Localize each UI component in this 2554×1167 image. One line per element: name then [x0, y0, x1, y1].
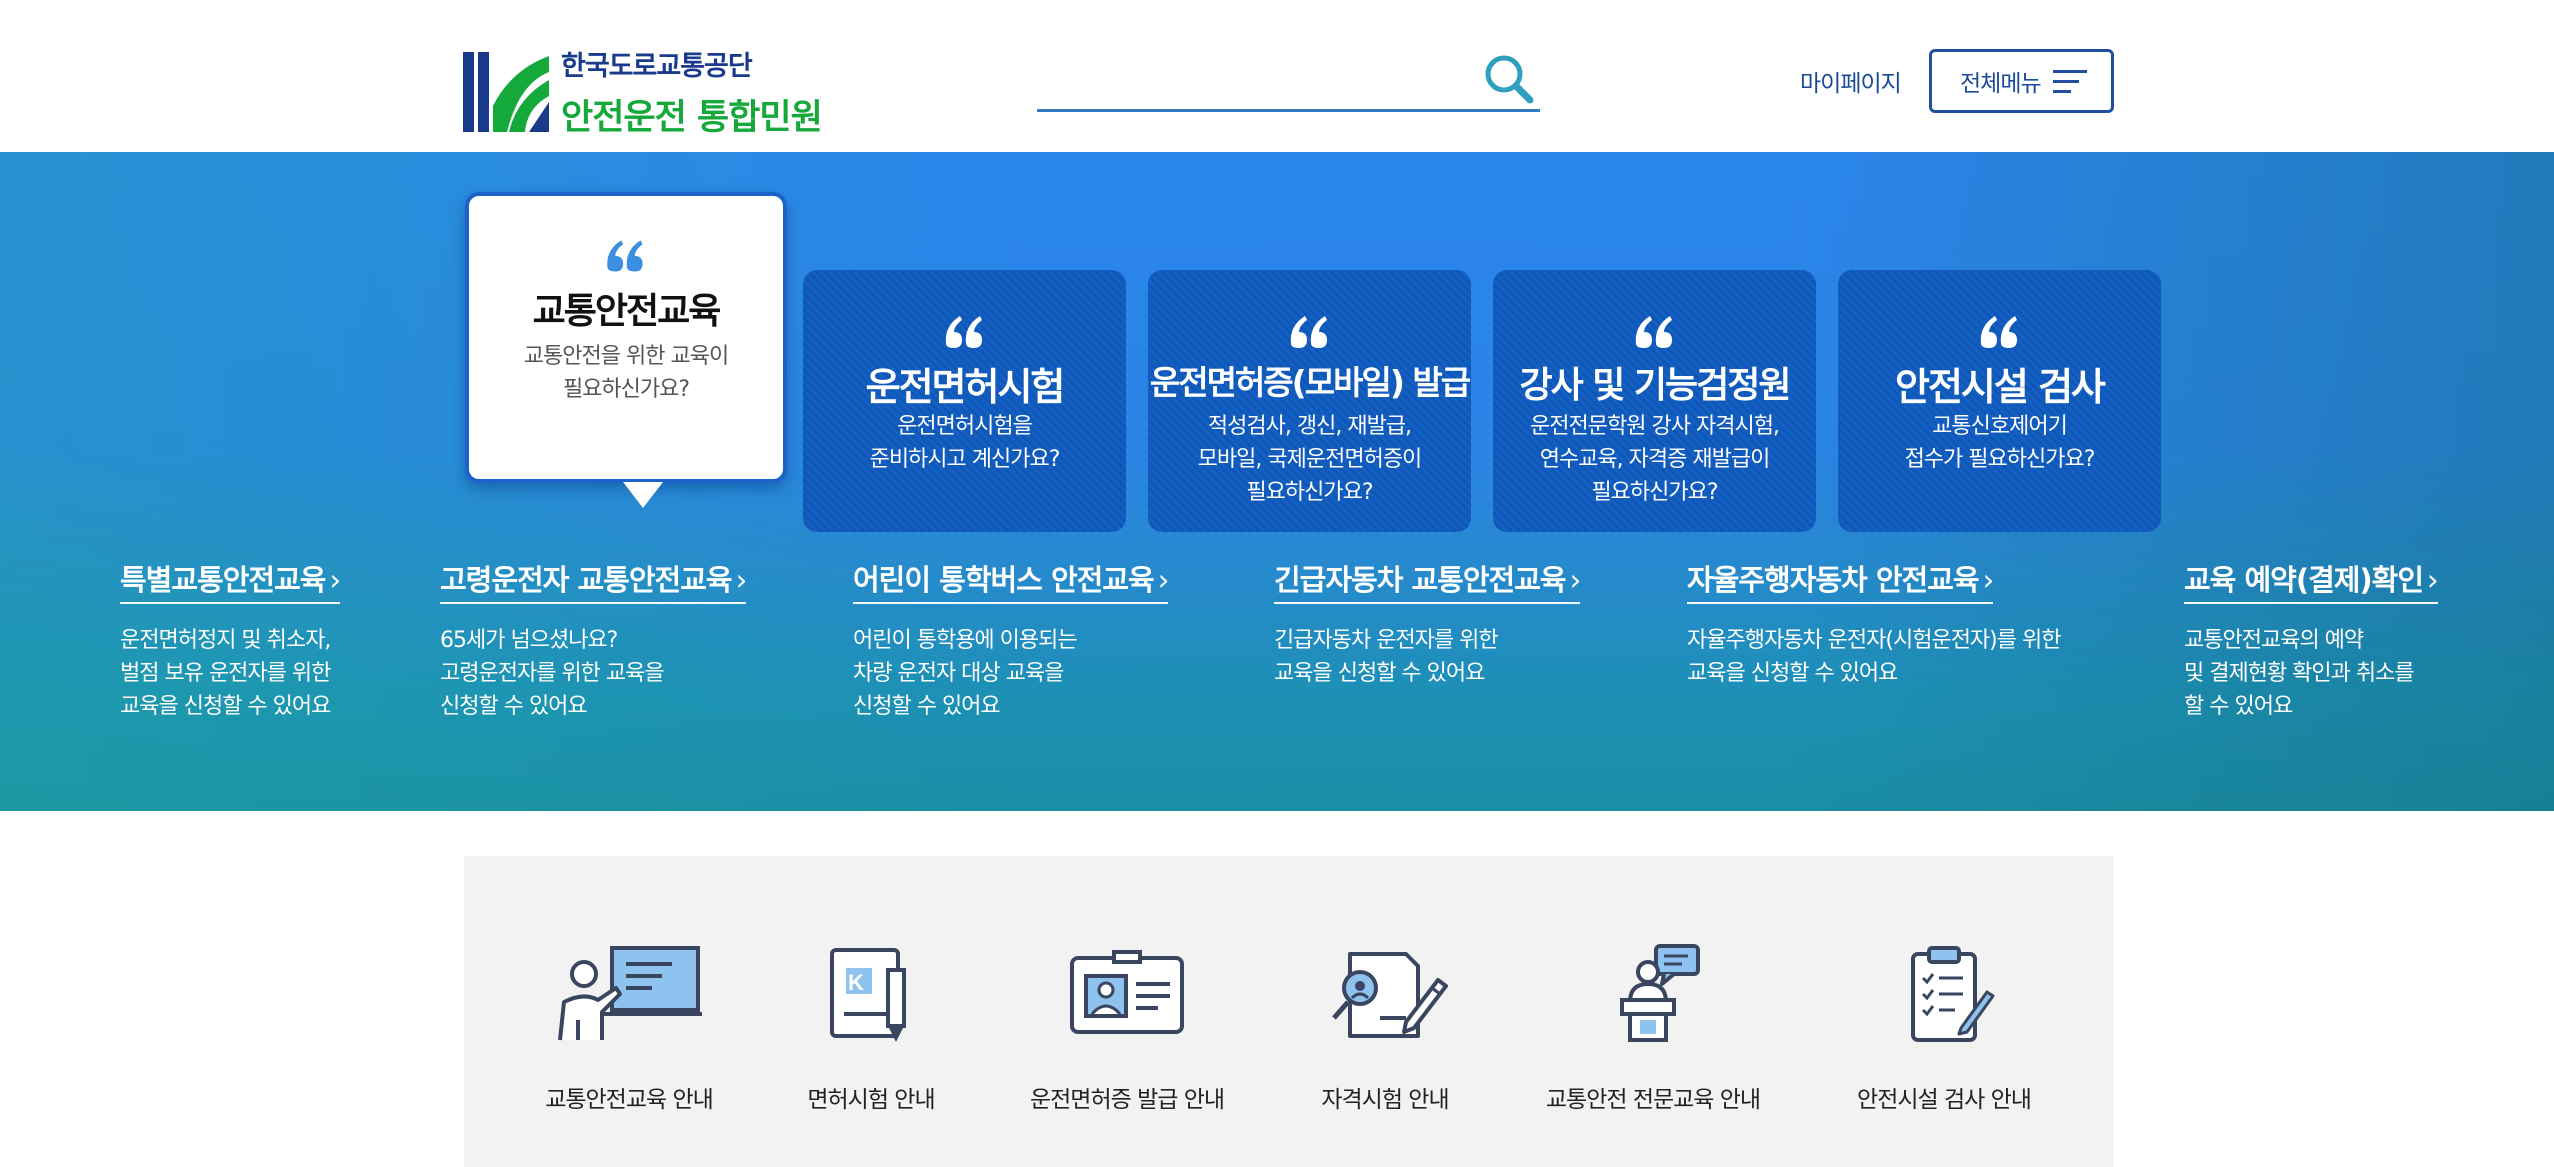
category-card-driver-license-exam[interactable]: 운전면허시험 운전면허시험을 준비하시고 계신가요? [803, 270, 1126, 532]
chevron-right-icon: › [1982, 563, 1995, 597]
service-guide-section: 교통안전교육 안내 K 면허시험 안내 운전면허증 발급 안내 자격시험 안내 … [464, 856, 2114, 1167]
chevron-right-icon: › [1569, 563, 1582, 597]
id-card-icon [1070, 950, 1184, 1034]
all-menu-button[interactable]: 전체메뉴 [1929, 49, 2114, 113]
chevron-right-icon: › [1157, 563, 1170, 597]
card-title: 교통안전교육 [532, 291, 722, 332]
card-description: 운전전문학원 강사 자격시험, 연수교육, 자격증 재발급이 필요하신가요? [1530, 414, 1780, 505]
card-title: 운전면허증(모바일) 발급 [1149, 363, 1471, 402]
link-description: 긴급자동차 운전자를 위한 교육을 신청할 수 있어요 [1274, 628, 1499, 686]
quote-icon [1635, 316, 1672, 348]
guide-label: 면허시험 안내 [807, 1087, 935, 1113]
guide-item-traffic-safety-education[interactable]: 교통안전교육 안내 [499, 944, 759, 1144]
chevron-right-icon: › [735, 563, 748, 597]
link-description: 교통안전교육의 예약 및 결제현황 확인과 취소를 할 수 있어요 [2184, 628, 2415, 719]
category-card-instructor-examiner[interactable]: 강사 및 기능검정원 운전전문학원 강사 자격시험, 연수교육, 자격증 재발급… [1493, 270, 1816, 532]
link-senior-driver-education: 고령운전자 교통안전교육 › 65세가 넘으셨나요? 고령운전자를 위한 교육을 … [440, 557, 748, 723]
quote-icon [1290, 316, 1327, 348]
search-input[interactable] [1037, 54, 1477, 106]
search-box [1037, 46, 1540, 112]
guide-label: 안전시설 검사 안내 [1857, 1087, 2032, 1113]
quote-icon [945, 316, 982, 348]
certificate-exam-icon [1332, 952, 1448, 1038]
logo-mark-icon [463, 52, 549, 132]
category-card-safety-facility-inspection[interactable]: 안전시설 검사 교통신호제어기 접수가 필요하신가요? [1838, 270, 2161, 532]
guide-item-qualification-exam[interactable]: 자격시험 안내 [1255, 944, 1515, 1144]
link-title[interactable]: 어린이 통학버스 안전교육 › [853, 557, 1170, 604]
quote-icon [1980, 316, 2017, 348]
link-description: 운전면허정지 및 취소자, 벌점 보유 운전자를 위한 교육을 신청할 수 있어… [120, 628, 331, 719]
guide-item-license-exam[interactable]: K 면허시험 안내 [741, 944, 1001, 1144]
guide-label: 교통안전교육 안내 [545, 1087, 714, 1113]
lecture-board-icon [558, 946, 702, 1041]
card-description: 적성검사, 갱신, 재발급, 모바일, 국제운전면허증이 필요하신가요? [1197, 414, 1423, 505]
guide-item-traffic-safety-professional-education[interactable]: 교통안전 전문교육 안내 [1523, 944, 1783, 1144]
category-card-traffic-safety-education[interactable]: 교통안전교육 교통안전을 위한 교육이 필요하신가요? [465, 192, 787, 483]
guide-label: 운전면허증 발급 안내 [1029, 1087, 1225, 1113]
category-card-license-issuance[interactable]: 운전면허증(모바일) 발급 적성검사, 갱신, 재발급, 모바일, 국제운전면허… [1148, 270, 1471, 532]
guide-item-license-issuance[interactable]: 운전면허증 발급 안내 [997, 944, 1257, 1144]
link-description: 자율주행자동차 운전자(시험운전자)를 위한 교육을 신청할 수 있어요 [1687, 628, 2061, 686]
card-title: 안전시설 검사 [1895, 365, 2106, 409]
mypage-link[interactable]: 마이페이지 [1800, 64, 1902, 98]
checklist-clipboard-icon [1911, 946, 1995, 1042]
hero-section: 교통안전교육 교통안전을 위한 교육이 필요하신가요? 운전면허시험 운전면허시… [0, 152, 2554, 811]
svg-text:K: K [848, 970, 864, 995]
site-header: 한국도로교통공단 안전운전 통합민원 마이페이지 전체메뉴 [0, 0, 2554, 152]
guide-label: 자격시험 안내 [1321, 1087, 1449, 1113]
link-school-bus-education: 어린이 통학버스 안전교육 › 어린이 통학용에 이용되는 차량 운전자 대상 교… [853, 557, 1170, 723]
active-card-pointer [623, 482, 663, 508]
search-icon[interactable] [1480, 50, 1536, 106]
logo-org-name: 한국도로교통공단 [561, 51, 753, 82]
card-description: 교통안전을 위한 교육이 필요하신가요? [523, 344, 729, 402]
logo-service-name: 안전운전 통합민원 [561, 98, 823, 138]
card-title: 강사 및 기능검정원 [1519, 365, 1791, 406]
link-title[interactable]: 특별교통안전교육 › [120, 557, 341, 604]
link-title[interactable]: 긴급자동차 교통안전교육 › [1274, 557, 1582, 604]
link-title[interactable]: 자율주행자동차 안전교육 › [1687, 557, 1995, 604]
site-logo[interactable]: 한국도로교통공단 안전운전 통합민원 [463, 48, 843, 138]
card-description: 교통신호제어기 접수가 필요하신가요? [1904, 414, 2096, 472]
education-links: 특별교통안전교육 › 운전면허정지 및 취소자, 벌점 보유 운전자를 위한 교육… [0, 557, 2554, 757]
link-title[interactable]: 고령운전자 교통안전교육 › [440, 557, 748, 604]
hamburger-menu-icon [2053, 70, 2087, 93]
link-special-traffic-safety-education: 특별교통안전교육 › 운전면허정지 및 취소자, 벌점 보유 운전자를 위한 교육… [120, 557, 341, 723]
card-description: 운전면허시험을 준비하시고 계신가요? [869, 414, 1061, 472]
quote-icon [607, 240, 643, 272]
speaker-podium-icon [1620, 944, 1700, 1042]
guide-item-safety-facility-inspection[interactable]: 안전시설 검사 안내 [1814, 944, 2074, 1144]
license-exam-document-icon: K [830, 948, 906, 1042]
link-title[interactable]: 교육 예약(결제)확인 › [2184, 557, 2439, 604]
card-title: 운전면허시험 [865, 365, 1066, 409]
link-description: 65세가 넘으셨나요? 고령운전자를 위한 교육을 신청할 수 있어요 [440, 628, 665, 719]
link-education-reservation-check: 교육 예약(결제)확인 › 교통안전교육의 예약 및 결제현황 확인과 취소를 할… [2184, 557, 2439, 723]
link-emergency-vehicle-education: 긴급자동차 교통안전교육 › 긴급자동차 운전자를 위한 교육을 신청할 수 있어… [1274, 557, 1582, 690]
chevron-right-icon: › [329, 563, 341, 597]
link-description: 어린이 통학용에 이용되는 차량 운전자 대상 교육을 신청할 수 있어요 [853, 628, 1078, 719]
all-menu-label: 전체메뉴 [1960, 71, 2042, 97]
chevron-right-icon: › [2427, 563, 2439, 597]
link-autonomous-vehicle-education: 자율주행자동차 안전교육 › 자율주행자동차 운전자(시험운전자)를 위한 교육을… [1687, 557, 2061, 690]
guide-label: 교통안전 전문교육 안내 [1545, 1087, 1761, 1113]
